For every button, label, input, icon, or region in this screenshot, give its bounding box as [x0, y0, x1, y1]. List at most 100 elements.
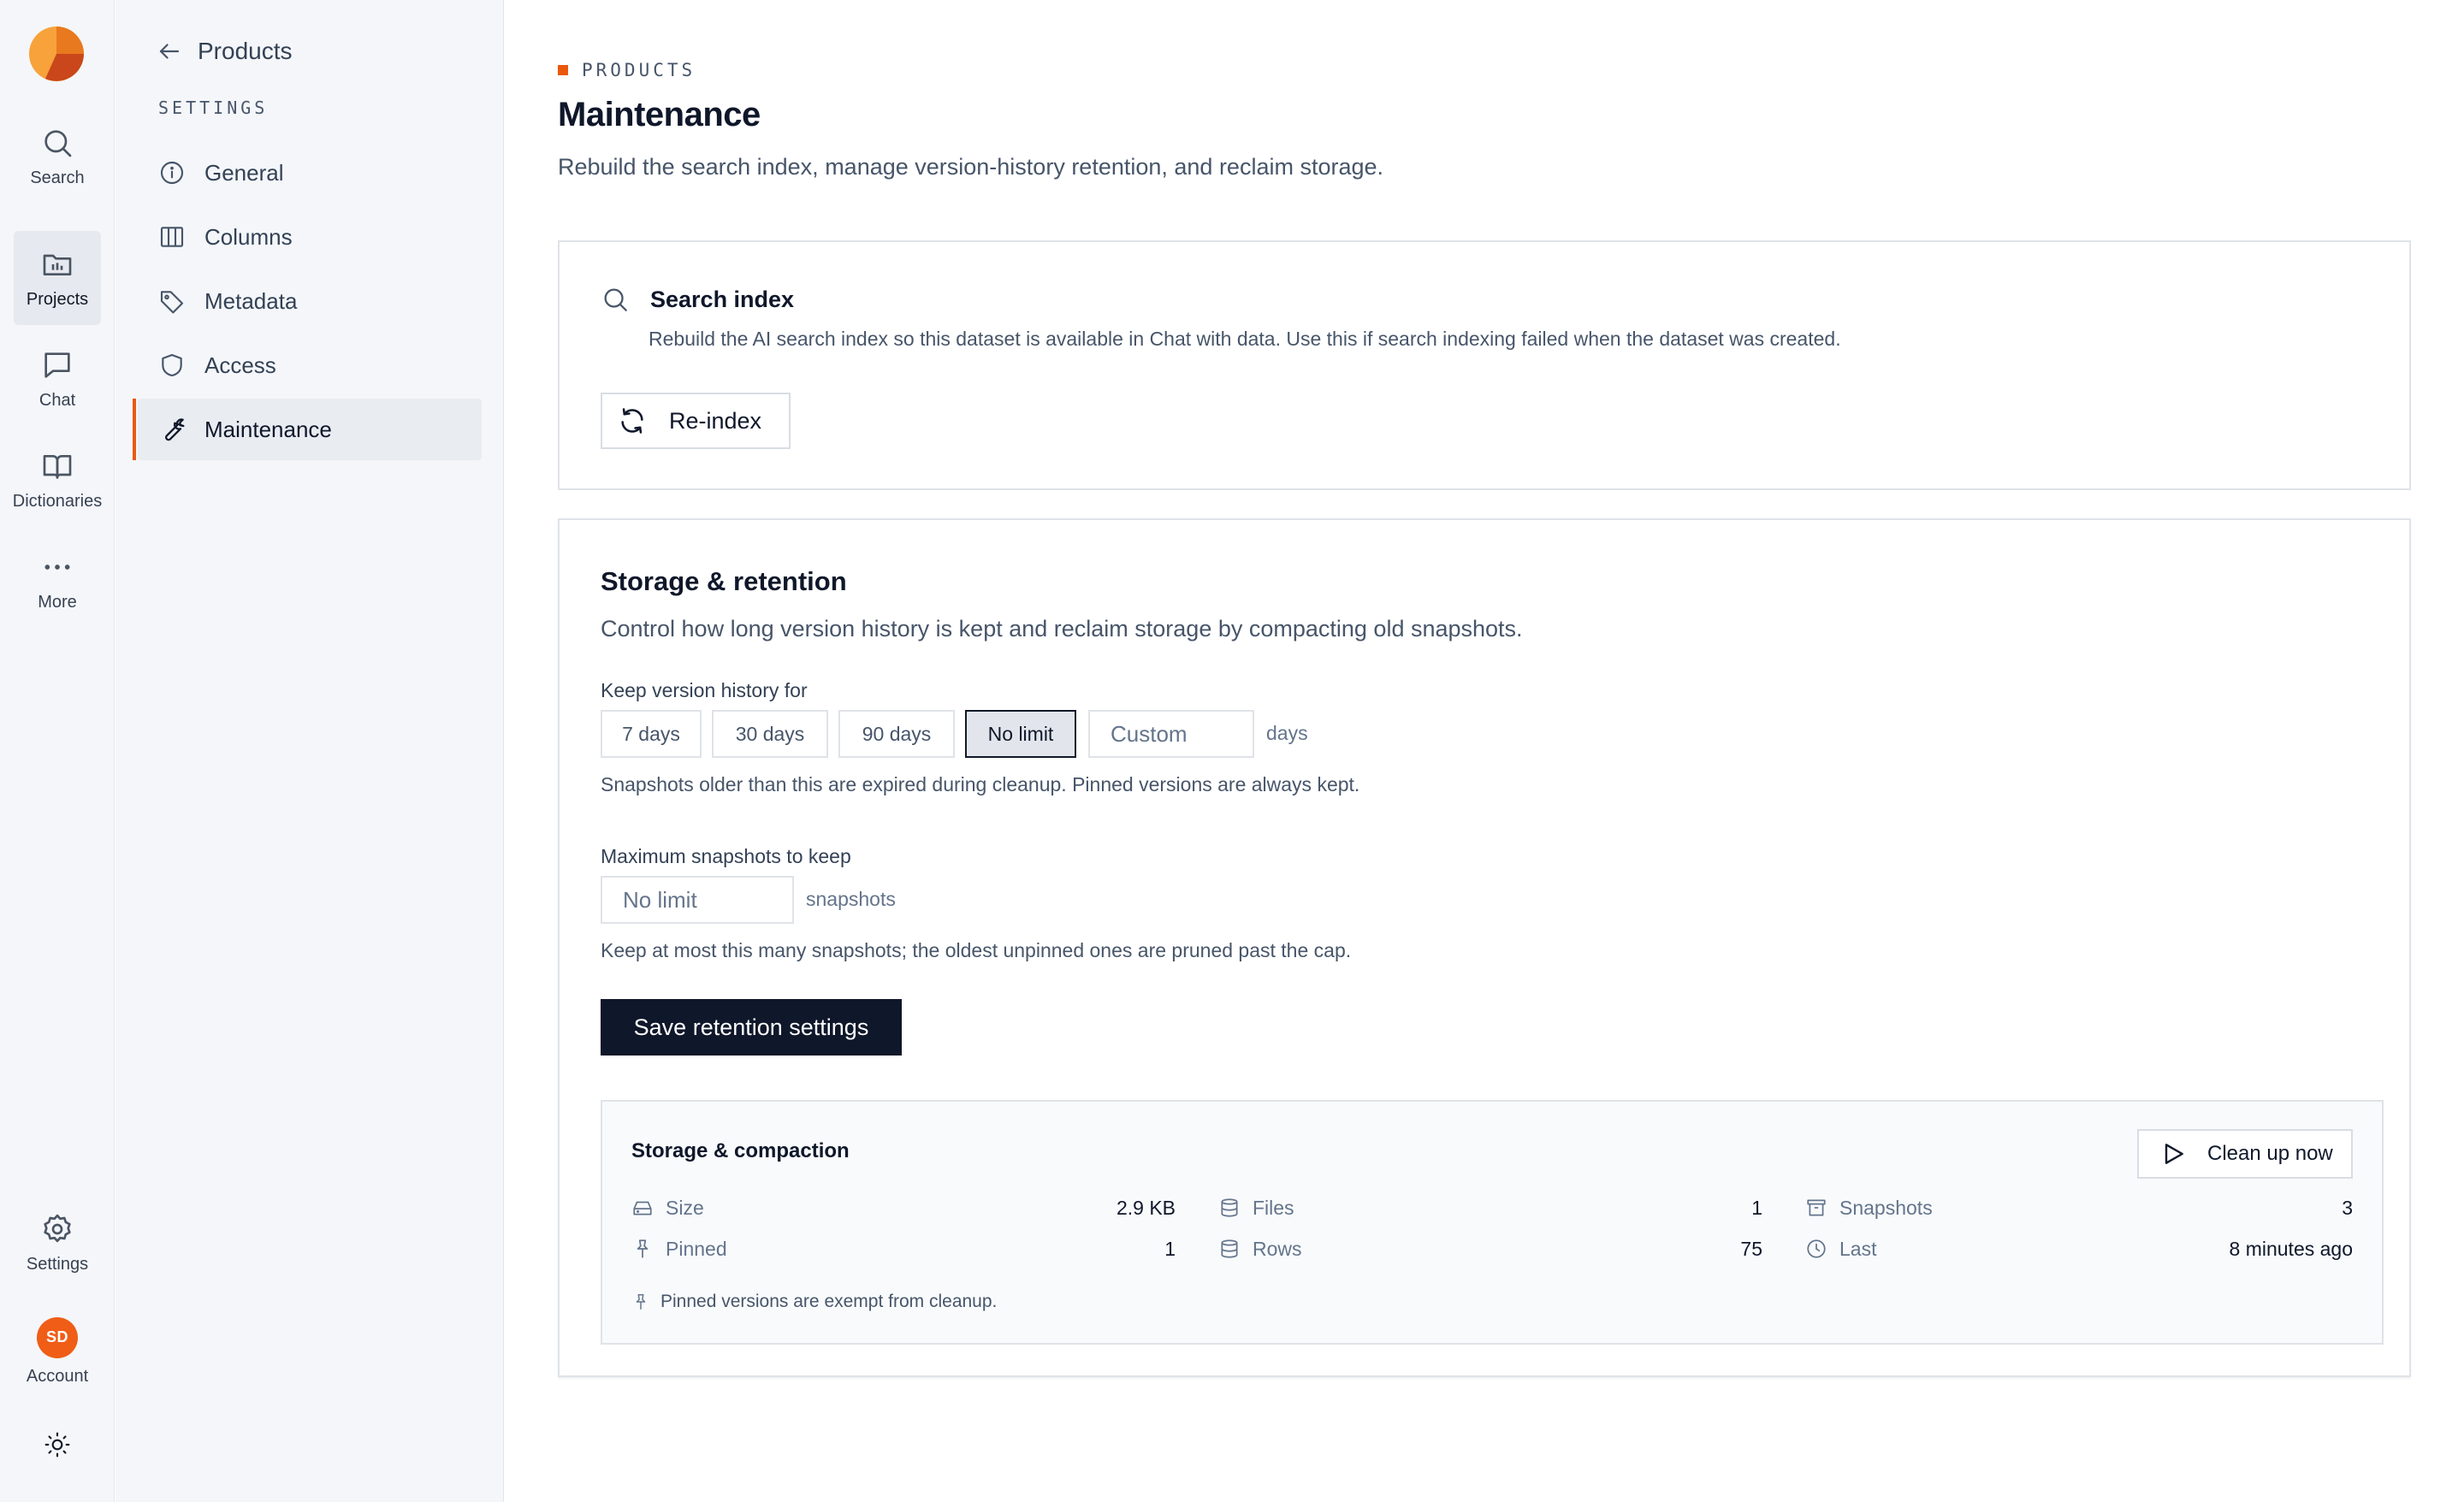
chat-icon	[44, 352, 70, 378]
stat-size: Size 2.9 KB	[631, 1194, 1176, 1221]
rail-item-account[interactable]: SD Account	[14, 1300, 101, 1403]
stat-value: 2.9 KB	[1116, 1196, 1176, 1219]
back-link[interactable]: Products	[157, 33, 293, 70]
stat-last: Last 8 minutes ago	[1805, 1235, 2353, 1263]
folder-icon	[43, 254, 72, 275]
theme-toggle[interactable]	[14, 1423, 101, 1466]
reindex-button-label: Re-index	[669, 407, 762, 434]
app-logo[interactable]	[28, 26, 85, 82]
stat-value: 3	[2342, 1196, 2353, 1219]
compaction-note: Pinned versions are exempt from cleanup.	[631, 1292, 997, 1312]
search-icon	[44, 129, 72, 157]
settings-sidebar: Products SETTINGS General Columns Metada…	[116, 0, 504, 1502]
storage-compaction-panel: Storage & compaction Clean up now Size 2…	[601, 1100, 2384, 1345]
rail-item-search[interactable]: Search	[14, 109, 101, 204]
breadcrumb-label: PRODUCTS	[582, 60, 696, 80]
book-icon	[43, 454, 72, 479]
sidebar-item-label: Maintenance	[204, 416, 332, 442]
max-snapshots-hint: Keep at most this many snapshots; the ol…	[601, 939, 1352, 961]
shield-icon	[162, 353, 182, 377]
save-retention-button[interactable]: Save retention settings	[601, 999, 902, 1056]
clean-up-button-label: Clean up now	[2207, 1142, 2333, 1165]
storage-retention-card: Storage & retention Control how long ver…	[558, 518, 2411, 1377]
rail-item-label: Settings	[26, 1254, 89, 1274]
rail-item-label: Account	[26, 1366, 89, 1386]
rail-item-more[interactable]: More	[14, 534, 101, 628]
info-icon	[160, 161, 184, 185]
sidebar-item-label: Metadata	[204, 287, 298, 314]
hard-drive-icon	[633, 1201, 652, 1215]
max-snapshots-unit: snapshots	[806, 888, 896, 910]
retention-title: Storage & retention	[601, 566, 847, 596]
arrow-left-icon	[159, 44, 180, 59]
option-7-days[interactable]: 7 days	[601, 710, 702, 758]
stat-value: 1	[1164, 1237, 1176, 1260]
pin-icon	[636, 1294, 646, 1310]
search-index-title: Search index	[650, 286, 795, 312]
stat-label: Size	[666, 1196, 704, 1219]
main-content: PRODUCTS Maintenance Rebuild the search …	[505, 0, 2464, 1502]
sidebar-item-columns[interactable]: Columns	[138, 206, 482, 268]
rail-item-label: Dictionaries	[12, 491, 103, 511]
avatar: SD	[37, 1316, 78, 1358]
sidebar-item-metadata[interactable]: Metadata	[138, 270, 482, 332]
stat-files: Files 1	[1218, 1194, 1762, 1221]
search-index-card: Search index Rebuild the AI search index…	[558, 240, 2411, 490]
sidebar-item-maintenance[interactable]: Maintenance	[133, 399, 482, 460]
custom-days-unit: days	[1266, 722, 1308, 744]
stat-value: 1	[1751, 1196, 1762, 1219]
rail-item-label: Chat	[38, 390, 76, 410]
clean-up-button[interactable]: Clean up now	[2137, 1129, 2353, 1179]
max-snapshots-input[interactable]: No limit	[601, 876, 794, 924]
keep-history-label: Keep version history for	[601, 679, 808, 701]
breadcrumb: PRODUCTS	[558, 60, 696, 80]
search-index-description: Rebuild the AI search index so this data…	[649, 328, 1841, 350]
rail-item-label: Search	[30, 168, 85, 187]
stat-rows: Rows 75	[1218, 1235, 1762, 1263]
stat-label: Rows	[1253, 1237, 1302, 1260]
sidebar-item-label: General	[204, 159, 284, 186]
keep-history-hint: Snapshots older than this are expired du…	[601, 773, 1360, 795]
stat-label: Snapshots	[1839, 1196, 1933, 1219]
reindex-button[interactable]: Re-index	[601, 393, 791, 449]
retention-description: Control how long version history is kept…	[601, 616, 1523, 642]
sun-icon	[44, 1432, 70, 1458]
accent-square	[558, 65, 568, 75]
max-snapshots-label: Maximum snapshots to keep	[601, 845, 851, 867]
rail-item-label: Projects	[26, 289, 89, 309]
stat-label: Pinned	[666, 1237, 727, 1260]
database-icon	[1221, 1239, 1238, 1258]
sidebar-item-label: Access	[204, 352, 276, 378]
page-title: Maintenance	[558, 96, 761, 133]
app-rail: Search Projects Chat Dictionaries More S…	[0, 0, 115, 1502]
option-90-days[interactable]: 90 days	[838, 710, 955, 758]
option-30-days[interactable]: 30 days	[712, 710, 828, 758]
compaction-title: Storage & compaction	[631, 1139, 850, 1162]
play-icon	[2165, 1144, 2183, 1164]
sidebar-item-access[interactable]: Access	[138, 334, 482, 396]
page-subtitle: Rebuild the search index, manage version…	[558, 154, 1384, 180]
rail-item-settings[interactable]: Settings	[14, 1196, 101, 1290]
columns-icon	[160, 227, 184, 247]
compaction-note-text: Pinned versions are exempt from cleanup.	[660, 1292, 998, 1311]
refresh-icon	[621, 408, 643, 434]
gear-icon	[44, 1214, 71, 1242]
wrench-icon	[165, 418, 185, 441]
pin-icon	[637, 1239, 649, 1258]
rail-item-chat[interactable]: Chat	[14, 332, 101, 426]
database-icon	[1221, 1198, 1238, 1217]
sidebar-item-label: Columns	[204, 223, 293, 250]
rail-item-dictionaries[interactable]: Dictionaries	[12, 433, 103, 527]
stat-value: 8 minutes ago	[2229, 1237, 2353, 1260]
clock-icon	[1807, 1239, 1826, 1258]
more-dots-icon	[44, 564, 70, 570]
custom-days-input[interactable]: Custom	[1088, 710, 1254, 758]
stat-snapshots: Snapshots 3	[1805, 1194, 2353, 1221]
search-icon	[604, 288, 627, 311]
stat-label: Files	[1253, 1196, 1294, 1219]
sidebar-item-general[interactable]: General	[138, 142, 482, 204]
option-no-limit[interactable]: No limit	[965, 710, 1076, 758]
rail-item-projects[interactable]: Projects	[14, 231, 101, 325]
archive-icon	[1807, 1199, 1826, 1216]
stat-label: Last	[1839, 1237, 1877, 1260]
